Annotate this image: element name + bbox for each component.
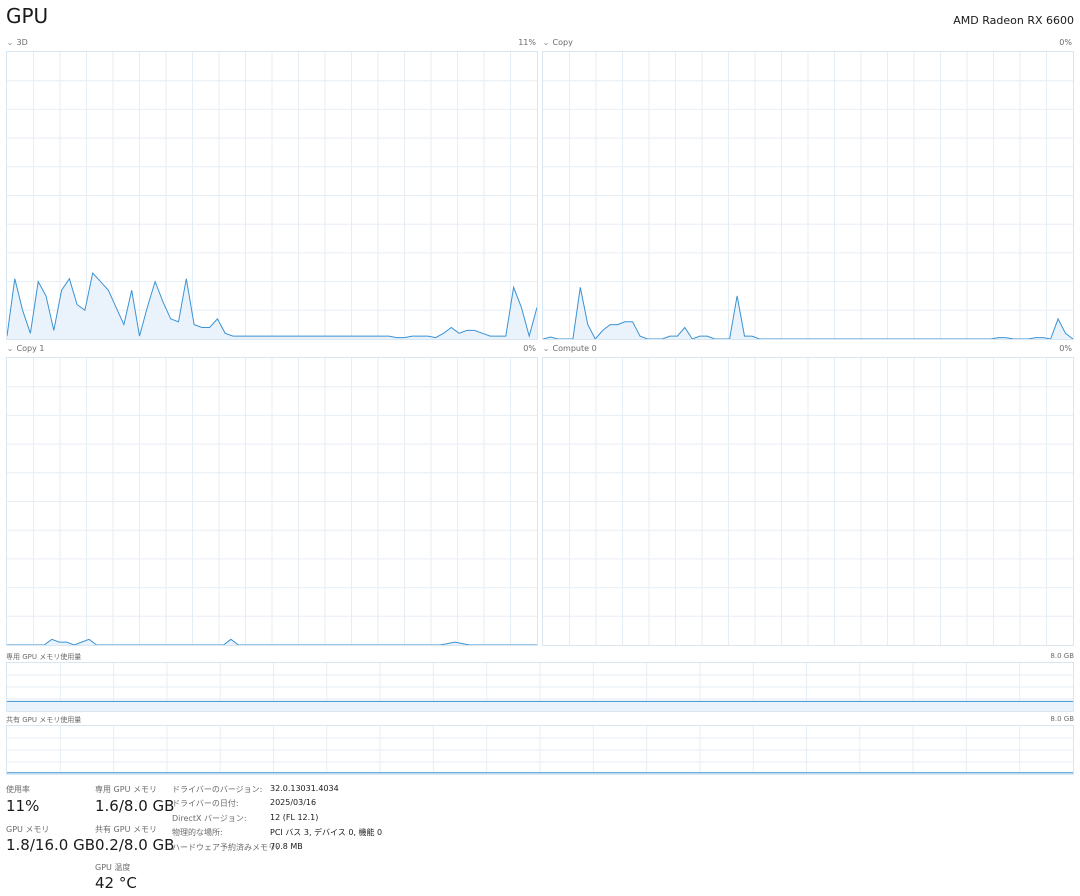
- driver-version-value: 32.0.13031.4034: [270, 784, 339, 793]
- dedicated-memory-label: 専用 GPU メモリ: [95, 785, 157, 794]
- chevron-down-icon[interactable]: ⌄: [542, 344, 550, 353]
- grid-lines: [7, 358, 537, 645]
- engine-header[interactable]: ⌄ Copy 0%: [542, 38, 1074, 50]
- shared-memory-graph-label: 共有 GPU メモリ使用量: [6, 716, 82, 724]
- engine-graph: [542, 357, 1074, 646]
- gpu-temperature-value: 42 °C: [95, 874, 137, 892]
- shared-memory-graph-capacity: 8.0 GB: [1050, 715, 1074, 723]
- page-title: GPU: [6, 4, 49, 28]
- gpu-memory-value: 1.8/16.0 GB: [6, 836, 95, 854]
- engine-graph: [6, 357, 538, 646]
- chevron-down-icon[interactable]: ⌄: [6, 344, 14, 353]
- engine-panel-copy: ⌄ Copy 0%: [542, 38, 1074, 340]
- gpu-device-name: AMD Radeon RX 6600: [953, 14, 1074, 27]
- engine-header[interactable]: ⌄ 3D 11%: [6, 38, 538, 50]
- engine-header[interactable]: ⌄ Compute 0 0%: [542, 344, 1074, 356]
- shared-memory-label: 共有 GPU メモリ: [95, 825, 157, 834]
- dedicated-memory-graph-capacity: 8.0 GB: [1050, 652, 1074, 660]
- reserved-memory-label: ハードウェア予約済みメモリ:: [172, 843, 279, 852]
- engine-percent: 11%: [518, 38, 536, 47]
- shared-memory-graph: [6, 725, 1074, 775]
- grid-lines: [7, 52, 537, 339]
- chevron-down-icon[interactable]: ⌄: [542, 38, 550, 47]
- physical-location-value: PCI バス 3, デバイス 0, 機能 0: [270, 828, 383, 837]
- directx-version-label: DirectX バージョン:: [172, 814, 247, 823]
- driver-version-label: ドライバーのバージョン:: [172, 785, 263, 794]
- grid-lines: [543, 52, 1073, 339]
- reserved-memory-value: 70.8 MB: [270, 842, 303, 851]
- gpu-memory-label: GPU メモリ: [6, 825, 50, 834]
- engine-label: Compute 0: [552, 344, 597, 353]
- utilization-label: 使用率: [6, 785, 30, 794]
- dedicated-memory-graph-label: 専用 GPU メモリ使用量: [6, 653, 82, 661]
- driver-date-value: 2025/03/16: [270, 798, 317, 807]
- dedicated-memory-graph: [6, 662, 1074, 712]
- engine-graph: [6, 51, 538, 340]
- driver-date-label: ドライバーの日付:: [172, 799, 239, 808]
- engine-panel-compute0: ⌄ Compute 0 0%: [542, 344, 1074, 646]
- engine-panel-copy1: ⌄ Copy 1 0%: [6, 344, 538, 646]
- engine-label: Copy: [552, 38, 573, 47]
- engine-header[interactable]: ⌄ Copy 1 0%: [6, 344, 538, 356]
- dedicated-memory-value: 1.6/8.0 GB: [95, 797, 175, 815]
- memory-area: [7, 701, 1073, 711]
- directx-version-value: 12 (FL 12.1): [270, 813, 319, 822]
- chevron-down-icon[interactable]: ⌄: [6, 38, 14, 47]
- engine-label: 3D: [16, 38, 28, 47]
- grid-lines: [543, 358, 1073, 645]
- engine-percent: 0%: [523, 344, 536, 353]
- engine-percent: 0%: [1059, 344, 1072, 353]
- engine-panel-3d: ⌄ 3D 11%: [6, 38, 538, 340]
- physical-location-label: 物理的な場所:: [172, 828, 223, 837]
- shared-memory-value: 0.2/8.0 GB: [95, 836, 175, 854]
- engine-percent: 0%: [1059, 38, 1072, 47]
- engine-graph: [542, 51, 1074, 340]
- utilization-value: 11%: [6, 797, 40, 815]
- grid-lines: [7, 726, 1073, 774]
- engine-label: Copy 1: [16, 344, 45, 353]
- gpu-temperature-label: GPU 温度: [95, 863, 131, 872]
